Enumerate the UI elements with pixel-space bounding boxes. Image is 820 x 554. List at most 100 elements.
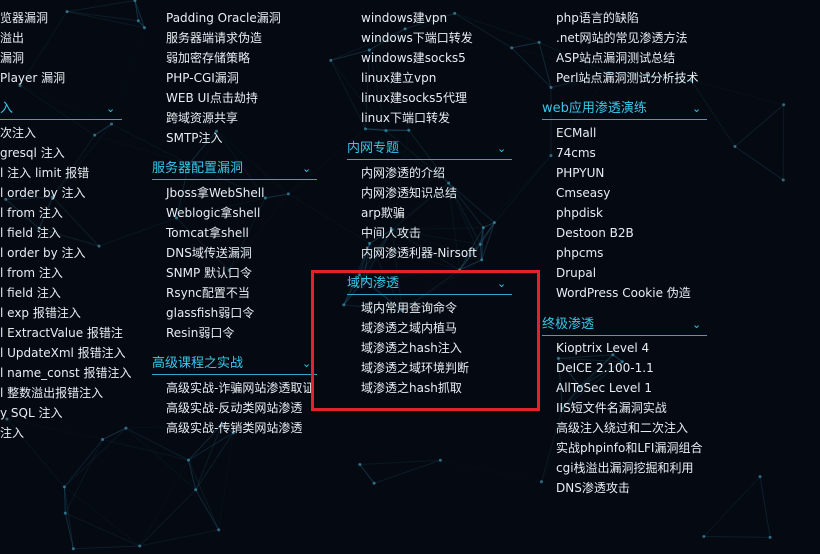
chevron-down-icon[interactable]: ⌄ <box>692 316 701 334</box>
menu-item[interactable]: Perl站点漏洞测试分析技术 <box>556 70 698 86</box>
menu-item[interactable]: 内网渗透的介绍 <box>361 165 445 181</box>
menu-item[interactable]: glassfish弱口令 <box>166 305 254 321</box>
menu-item[interactable]: cgi栈溢出漏洞挖掘和利用 <box>556 460 694 476</box>
menu-item[interactable]: WordPress Cookie 伪造 <box>556 285 691 301</box>
menu-item[interactable]: phpdisk <box>556 205 603 221</box>
menu-item[interactable]: l field 注入 <box>0 225 61 241</box>
network-node <box>537 40 541 44</box>
section-header-intranet[interactable]: 内网专题 ⌄ <box>347 140 512 158</box>
menu-item[interactable]: 高级实战-反动类网站渗透 <box>166 400 302 416</box>
menu-item[interactable]: 注入 <box>0 425 24 441</box>
menu-item[interactable]: Destoon B2B <box>556 225 634 241</box>
menu-item[interactable]: IIS短文件名漏洞实战 <box>556 400 667 416</box>
section-title: 服务器配置漏洞 <box>152 161 244 176</box>
menu-item[interactable]: windows建socks5 <box>361 50 466 66</box>
chevron-down-icon[interactable]: ⌄ <box>302 160 311 178</box>
menu-item[interactable]: PHP-CGI漏洞 <box>166 70 239 86</box>
section-header-ultimate-pentest[interactable]: 终极渗透 ⌄ <box>542 316 707 334</box>
menu-item[interactable]: Rsync配置不当 <box>166 285 250 301</box>
network-node <box>286 192 290 196</box>
network-line <box>103 439 196 489</box>
menu-item[interactable]: DNS渗透攻击 <box>556 480 630 496</box>
chevron-down-icon[interactable]: ⌄ <box>106 100 115 118</box>
menu-item[interactable]: DNS域传送漏洞 <box>166 245 252 261</box>
network-node <box>768 535 772 539</box>
menu-item[interactable]: SNMP 默认口令 <box>166 265 252 281</box>
menu-item[interactable]: l order by 注入 <box>0 185 86 201</box>
menu-item[interactable]: 漏洞 <box>0 50 24 66</box>
network-line <box>734 104 785 147</box>
menu-item[interactable]: 弱加密存储策略 <box>166 50 250 66</box>
menu-item[interactable]: 实战phpinfo和LFI漏洞组合 <box>556 440 702 456</box>
menu-item[interactable]: 次注入 <box>0 125 36 141</box>
menu-item[interactable]: l field 注入 <box>0 285 61 301</box>
menu-item[interactable]: Drupal <box>556 265 596 281</box>
network-node <box>549 154 553 158</box>
menu-item[interactable]: SMTP注入 <box>166 130 223 146</box>
menu-item[interactable]: windows建vpn <box>361 10 447 26</box>
menu-item[interactable]: Padding Oracle漏洞 <box>166 10 281 26</box>
menu-item[interactable]: Kioptrix Level 4 <box>556 340 649 356</box>
network-node <box>358 462 362 466</box>
section-header-web-app-pentest[interactable]: web应用渗透演练 ⌄ <box>542 100 707 118</box>
section-title: 入 <box>0 101 14 116</box>
menu-item[interactable]: Weblogic拿shell <box>166 205 260 221</box>
menu-item[interactable]: linux建socks5代理 <box>361 90 467 106</box>
menu-item[interactable]: ECMall <box>556 125 596 141</box>
section-header-server-config[interactable]: 服务器配置漏洞 ⌄ <box>152 160 317 178</box>
network-line <box>134 0 145 28</box>
menu-item[interactable]: AllToSec Level 1 <box>556 380 652 396</box>
menu-item[interactable]: 内网渗透知识总结 <box>361 185 457 201</box>
menu-item[interactable]: DeICE 2.100-1.1 <box>556 360 654 376</box>
menu-item[interactable]: 览器漏洞 <box>0 10 48 26</box>
chevron-down-icon[interactable]: ⌄ <box>497 140 506 158</box>
menu-item[interactable]: 高级注入绕过和二次注入 <box>556 420 688 436</box>
chevron-down-icon[interactable]: ⌄ <box>302 355 311 373</box>
network-node <box>372 481 376 485</box>
menu-item[interactable]: l from 注入 <box>0 205 63 221</box>
network-node <box>492 221 496 225</box>
menu-item[interactable]: 溢出 <box>0 30 24 46</box>
menu-item[interactable]: l name_const 报错注入 <box>0 365 132 381</box>
section-divider <box>542 119 707 120</box>
menu-item[interactable]: l from 注入 <box>0 265 63 281</box>
menu-item[interactable]: gresql 注入 <box>0 145 65 161</box>
menu-item[interactable]: 内网渗透利器-Nirsoft <box>361 245 477 261</box>
menu-item[interactable]: 74cms <box>556 145 596 161</box>
menu-item[interactable]: 跨域资源共享 <box>166 110 238 126</box>
menu-item[interactable]: l order by 注入 <box>0 245 86 261</box>
network-node <box>702 534 706 538</box>
menu-item[interactable]: 服务器端请求伪造 <box>166 30 262 46</box>
menu-item[interactable]: Jboss拿WebShell <box>166 185 264 201</box>
menu-item[interactable]: l ExtractValue 报错注 <box>0 325 123 341</box>
menu-item[interactable]: php语言的缺陷 <box>556 10 639 26</box>
network-node <box>101 437 105 441</box>
menu-item[interactable]: Tomcat拿shell <box>166 225 249 241</box>
menu-item[interactable]: WEB UI点击劫持 <box>166 90 258 106</box>
menu-item[interactable]: phpcms <box>556 245 603 261</box>
section-header-injection[interactable]: 入 ⌄ <box>0 100 120 118</box>
menu-item[interactable]: l UpdateXml 报错注入 <box>0 345 126 361</box>
menu-item[interactable]: linux建立vpn <box>361 70 436 86</box>
chevron-down-icon[interactable]: ⌄ <box>692 100 701 118</box>
menu-item[interactable]: PHPYUN <box>556 165 604 181</box>
menu-item[interactable]: linux下端口转发 <box>361 110 450 126</box>
menu-item[interactable]: windows下端口转发 <box>361 30 473 46</box>
menu-item[interactable]: 中间人攻击 <box>361 225 421 241</box>
menu-item[interactable]: Resin弱口令 <box>166 325 234 341</box>
network-line <box>703 535 771 538</box>
section-header-advanced-courses[interactable]: 高级课程之实战 ⌄ <box>152 355 317 373</box>
menu-item[interactable]: .net网站的常见渗透方法 <box>556 30 688 46</box>
menu-item[interactable]: 高级实战-诈骗网站渗透取证 <box>166 380 314 396</box>
menu-item[interactable]: l 注入 limit 报错 <box>0 165 89 181</box>
menu-item[interactable]: l exp 报错注入 <box>0 305 81 321</box>
menu-item[interactable]: l 整数溢出报错注入 <box>0 385 103 401</box>
menu-item[interactable]: arp欺骗 <box>361 205 405 221</box>
menu-item[interactable]: Cmseasy <box>556 185 610 201</box>
menu-item[interactable]: Player 漏洞 <box>0 70 65 86</box>
menu-item[interactable]: y SQL 注入 <box>0 405 62 421</box>
menu-item[interactable]: ASP站点漏洞测试总结 <box>556 50 675 66</box>
menu-item[interactable]: 高级实战-传销类网站渗透 <box>166 420 302 436</box>
section-title: 终极渗透 <box>542 317 595 332</box>
network-node <box>142 26 146 30</box>
